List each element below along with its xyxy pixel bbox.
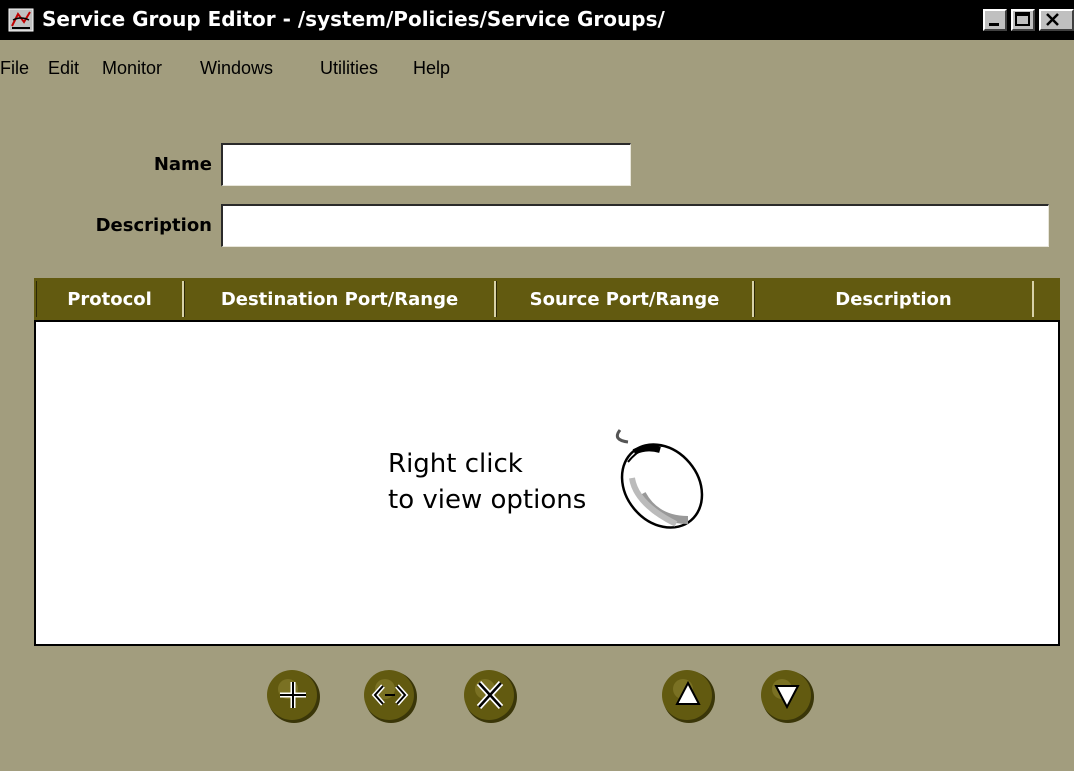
title-bar: Service Group Editor - /system/Policies/…	[0, 0, 1074, 40]
menu-edit[interactable]: Edit	[48, 58, 79, 79]
service-table: Protocol Destination Port/Range Source P…	[34, 278, 1060, 646]
window-title: Service Group Editor - /system/Policies/…	[42, 7, 665, 31]
right-click-hint: Right click to view options	[388, 446, 586, 518]
menu-utilities[interactable]: Utilities	[320, 58, 378, 79]
maximize-button[interactable]	[1011, 9, 1035, 31]
maximize-icon	[1015, 12, 1030, 26]
move-up-button[interactable]	[661, 669, 717, 725]
edit-icon	[364, 670, 417, 723]
mouse-icon	[615, 429, 704, 529]
triangle-up-icon	[662, 670, 715, 723]
edit-button[interactable]	[363, 669, 419, 725]
delete-icon	[464, 670, 517, 723]
app-icon[interactable]	[8, 8, 34, 32]
menu-monitor[interactable]: Monitor	[102, 58, 162, 79]
move-down-button[interactable]	[760, 669, 816, 725]
plus-icon	[267, 670, 320, 723]
column-header-source-port[interactable]: Source Port/Range	[496, 281, 754, 317]
hint-line-1: Right click	[388, 449, 523, 479]
description-field[interactable]	[221, 204, 1049, 247]
menu-bar: File Edit Monitor Windows Utilities Help	[0, 58, 700, 86]
minimize-icon	[989, 23, 999, 26]
minimize-button[interactable]	[983, 9, 1007, 31]
table-header: Protocol Destination Port/Range Source P…	[34, 278, 1060, 320]
table-body[interactable]: Right click to view options	[34, 320, 1060, 646]
close-button[interactable]	[1039, 9, 1074, 31]
close-icon	[1046, 13, 1059, 26]
column-header-protocol[interactable]: Protocol	[36, 281, 184, 317]
menu-file[interactable]: File	[0, 58, 29, 79]
menu-windows[interactable]: Windows	[200, 58, 273, 79]
menu-help[interactable]: Help	[413, 58, 450, 79]
name-label: Name	[153, 154, 212, 175]
hint-line-2: to view options	[388, 485, 587, 515]
triangle-down-icon	[761, 670, 814, 723]
description-label: Description	[95, 215, 212, 236]
delete-button[interactable]	[463, 669, 519, 725]
column-header-description[interactable]: Description	[754, 281, 1034, 317]
name-field[interactable]	[221, 143, 631, 186]
add-button[interactable]	[266, 669, 322, 725]
column-header-destination-port[interactable]: Destination Port/Range	[184, 281, 496, 317]
